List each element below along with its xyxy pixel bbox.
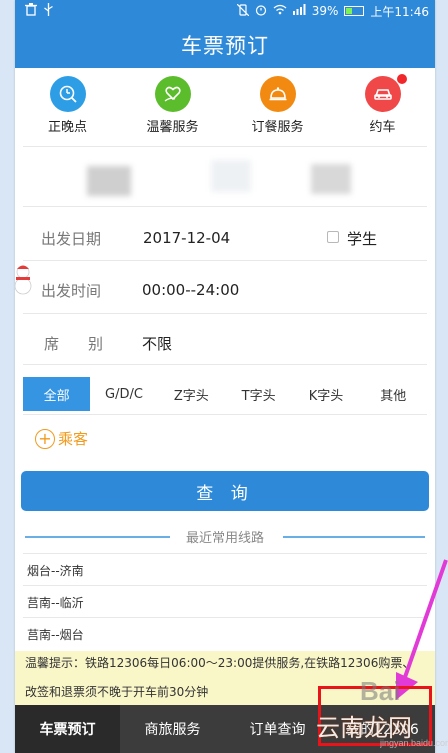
heart-hand-icon: [154, 76, 191, 112]
quick-actions: 正晚点 温馨服务 订餐服务 约车: [15, 74, 435, 140]
quick-item-delay[interactable]: 正晚点: [18, 76, 118, 140]
signal-icon: [292, 4, 306, 18]
date-value[interactable]: 2017-12-04: [143, 229, 230, 247]
nav-business-travel[interactable]: 商旅服务: [120, 705, 225, 753]
page-title: 车票预订: [15, 22, 435, 68]
car-icon: [364, 76, 401, 112]
tab-t[interactable]: T字头: [225, 377, 292, 411]
alarm-icon: [255, 4, 267, 19]
divider: [23, 617, 427, 618]
notification-dot: [396, 74, 407, 84]
snowman-icon: [15, 262, 35, 300]
to-station-blur[interactable]: [311, 164, 351, 194]
train-type-tabs: 全部 G/D/C Z字头 T字头 K字头 其他: [23, 377, 427, 411]
quick-item-label: 订餐服务: [251, 120, 304, 135]
wifi-icon: [273, 4, 287, 18]
time-label: 出发时间: [41, 282, 102, 300]
student-checkbox[interactable]: [327, 231, 339, 243]
tab-all[interactable]: 全部: [23, 377, 91, 411]
quick-item-care[interactable]: 温馨服务: [123, 76, 223, 140]
trash-icon: [25, 3, 37, 19]
divider: [23, 206, 427, 207]
nav-order-query[interactable]: 订单查询: [225, 705, 330, 753]
divider: [23, 146, 427, 147]
swap-button-blur[interactable]: [211, 160, 251, 192]
nav-ticket-booking[interactable]: 车票预订: [15, 705, 120, 753]
student-label[interactable]: 学生: [347, 228, 377, 249]
time-value[interactable]: 00:00--24:00: [142, 281, 239, 299]
divider: [23, 414, 427, 415]
recent-route[interactable]: 烟台--济南: [27, 562, 84, 579]
clock: 上午11:46: [370, 4, 429, 19]
app-frame: 39% 上午11:46 车票预订 正晚点 温馨服务 订餐服务 约车 出发日期 2…: [15, 0, 435, 753]
divider: [23, 585, 427, 586]
recent-title: 最近常用线路: [185, 531, 264, 546]
recent-route[interactable]: 莒南--烟台: [27, 626, 84, 643]
clock-search-icon: [49, 76, 86, 112]
quick-item-label: 正晚点: [47, 120, 87, 135]
food-dome-icon: [259, 76, 296, 112]
tab-k[interactable]: K字头: [292, 377, 359, 411]
status-bar: 39% 上午11:46: [15, 0, 435, 22]
plus-icon: +: [35, 428, 55, 449]
tab-gdc[interactable]: G/D/C: [90, 377, 157, 411]
add-passenger-button[interactable]: + 乘客: [35, 428, 88, 449]
tab-z[interactable]: Z字头: [158, 377, 225, 411]
quick-item-label: 约车: [369, 120, 396, 135]
usb-icon: [43, 3, 54, 19]
quick-item-label: 温馨服务: [146, 120, 199, 135]
seat-label: 别: [88, 335, 104, 353]
tab-other[interactable]: 其他: [360, 377, 427, 411]
divider: [23, 364, 427, 365]
battery-percent: 39%: [311, 4, 339, 18]
quick-item-car[interactable]: 约车: [333, 74, 433, 140]
recent-route[interactable]: 莒南--临沂: [27, 594, 84, 611]
tip-line-1: 温馨提示：铁路12306每日06:00～23:00提供服务,在铁路12306购票…: [25, 656, 415, 670]
divider: [23, 260, 427, 261]
from-station-blur[interactable]: [87, 166, 131, 196]
divider: [23, 313, 427, 314]
date-label: 出发日期: [41, 230, 102, 248]
add-passenger-label: 乘客: [58, 430, 89, 448]
seat-label: 席: [44, 335, 60, 353]
divider: [23, 553, 427, 554]
search-button[interactable]: 查 询: [21, 471, 429, 511]
battery-icon: [344, 6, 365, 16]
vibrate-off-icon: [236, 3, 250, 19]
highlight-box: [318, 686, 432, 746]
quick-item-meal[interactable]: 订餐服务: [228, 76, 328, 140]
seat-value[interactable]: 不限: [142, 333, 172, 354]
